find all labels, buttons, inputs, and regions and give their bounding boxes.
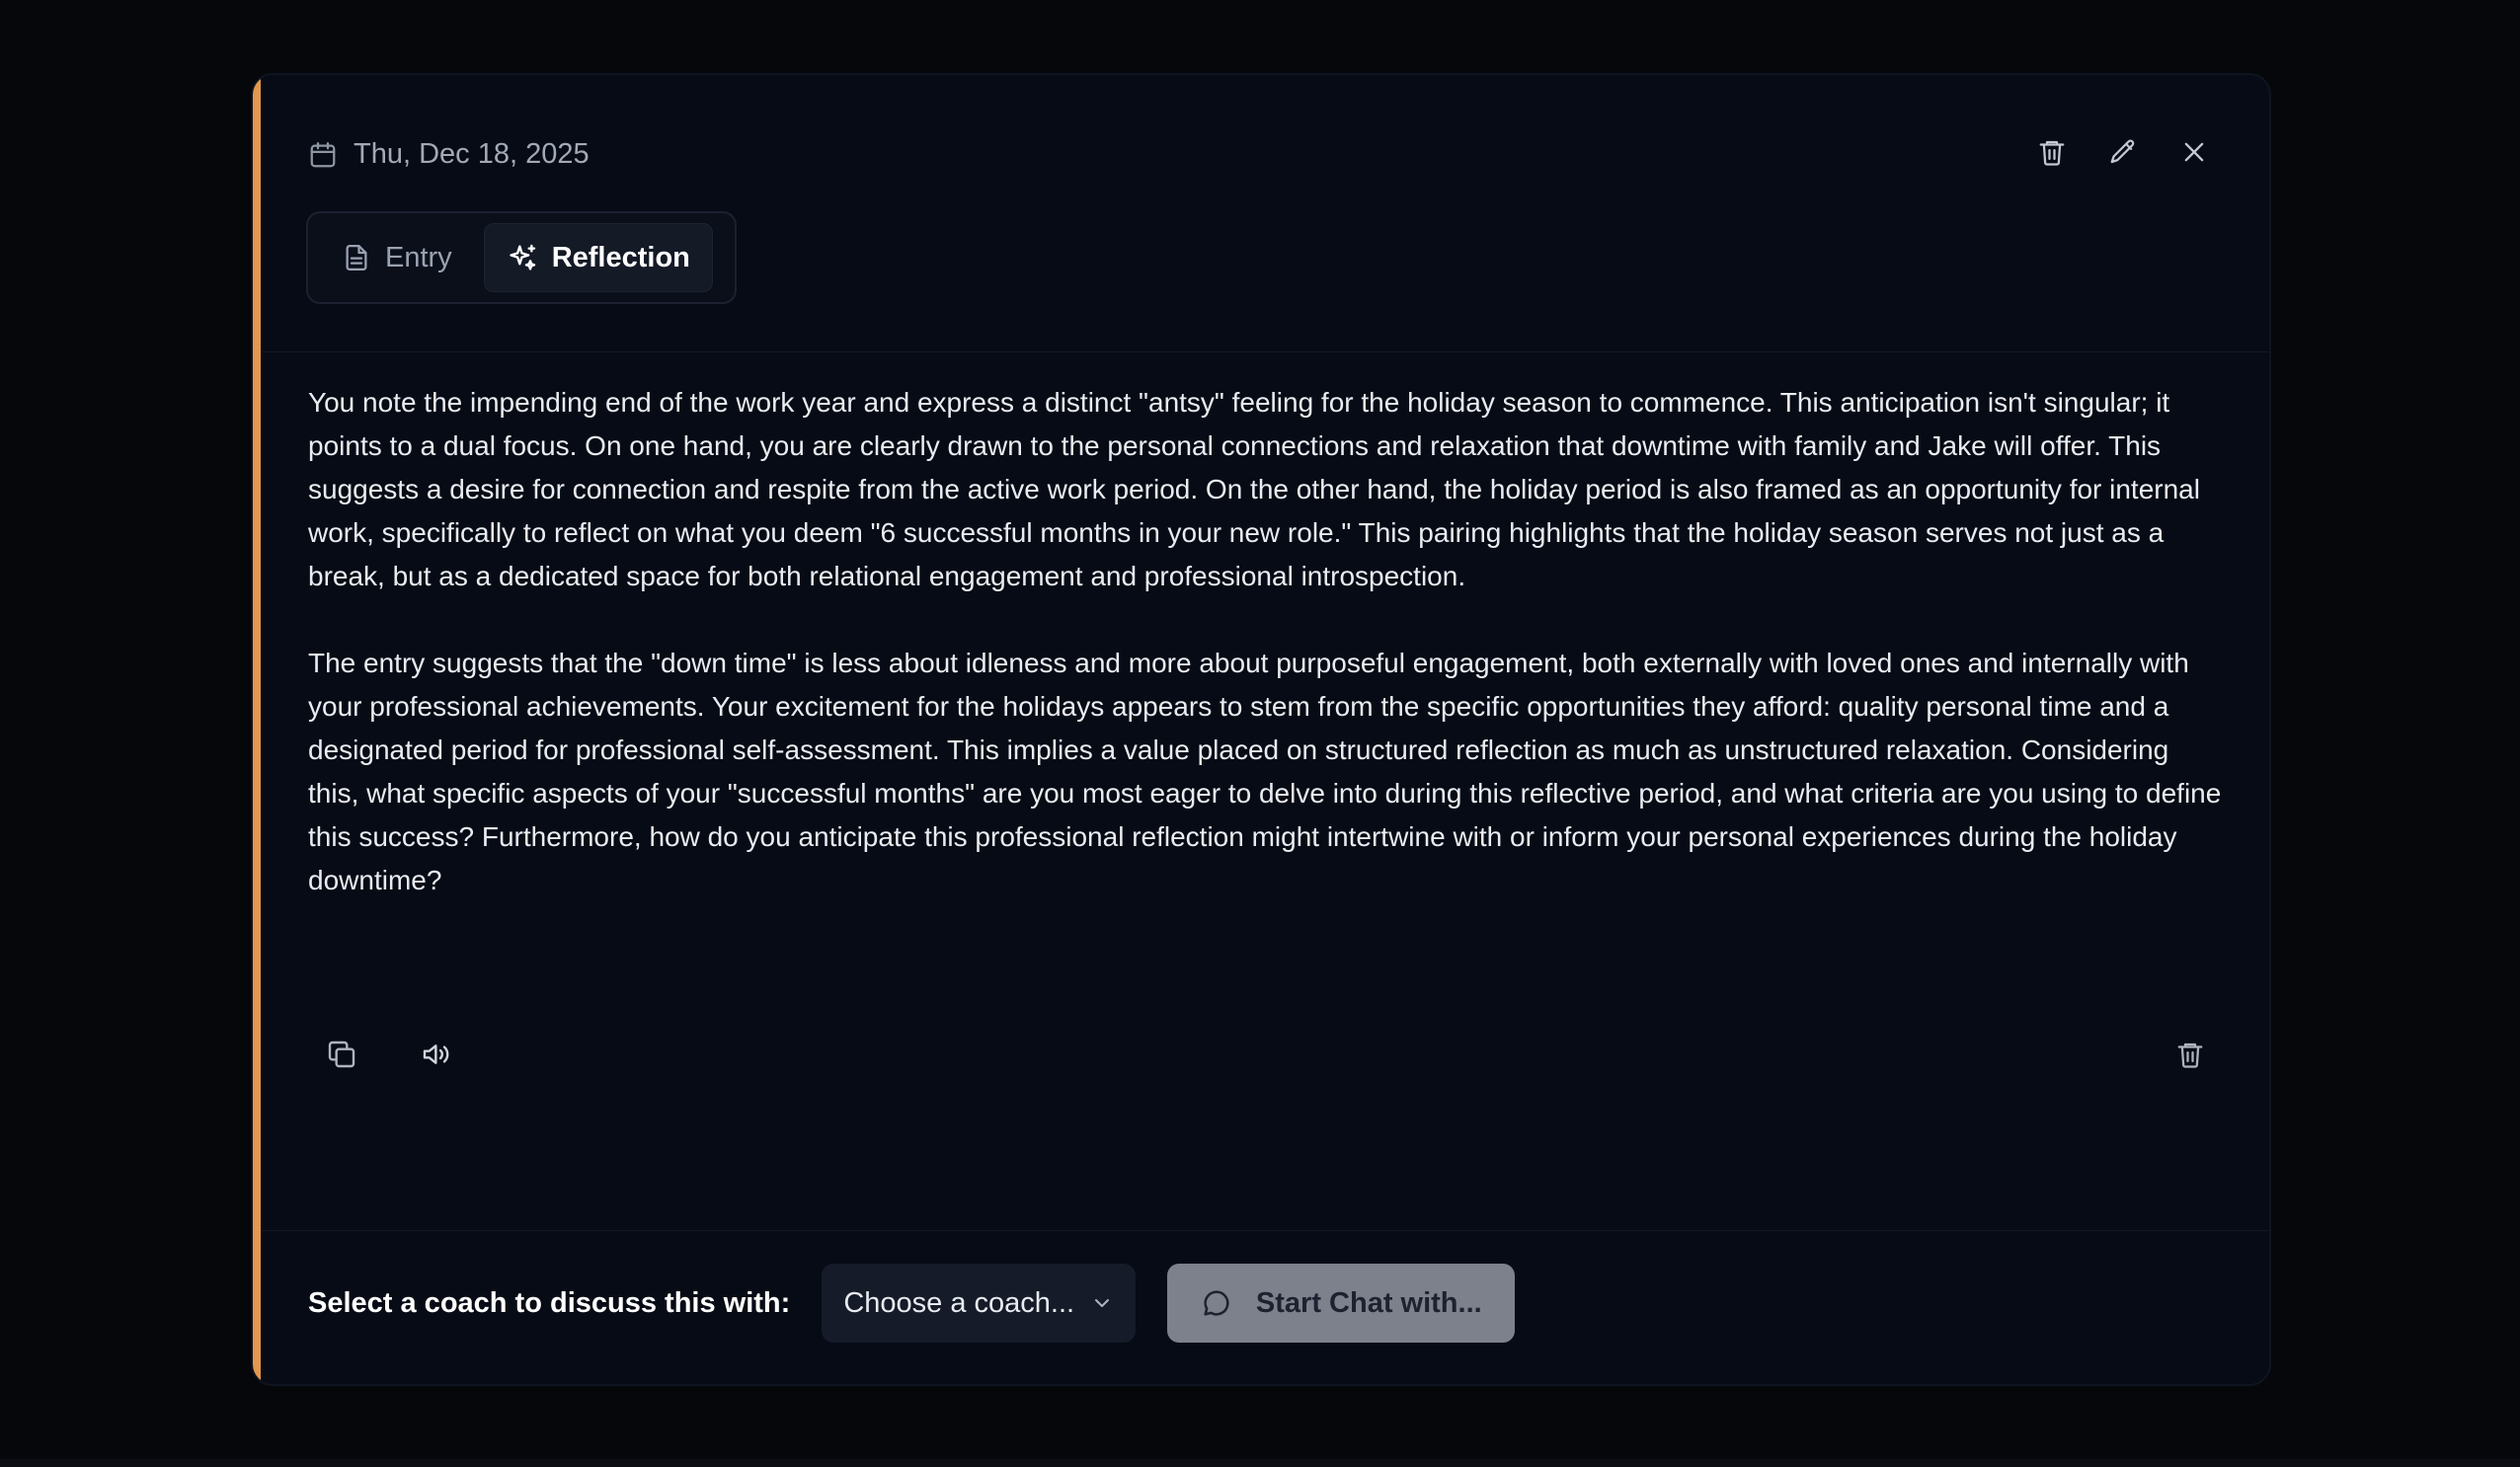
reflection-actions bbox=[322, 1035, 456, 1074]
reflection-content: You note the impending end of the work y… bbox=[308, 381, 2224, 946]
reflection-modal: Thu, Dec 18, 2025 Entry Reflection You n… bbox=[251, 73, 2271, 1386]
background-strip bbox=[0, 1459, 2520, 1467]
accent-stripe bbox=[253, 75, 261, 1384]
reflection-paragraph: You note the impending end of the work y… bbox=[308, 387, 2200, 591]
chevron-down-icon bbox=[1090, 1291, 1114, 1315]
trash-icon bbox=[2175, 1040, 2205, 1069]
coach-select[interactable]: Choose a coach... bbox=[822, 1264, 1137, 1343]
tab-entry[interactable]: Entry bbox=[320, 223, 474, 292]
delete-entry-button[interactable] bbox=[2032, 132, 2072, 172]
reflection-paragraph: The entry suggests that the "down time" … bbox=[308, 648, 2222, 895]
footer-divider bbox=[261, 1230, 2269, 1231]
tab-reflection[interactable]: Reflection bbox=[483, 223, 713, 292]
copy-icon bbox=[326, 1039, 357, 1070]
trash-icon bbox=[2037, 137, 2067, 167]
coach-select-value: Choose a coach... bbox=[843, 1286, 1075, 1319]
reflection-actions-right bbox=[2170, 1035, 2210, 1074]
modal-header: Thu, Dec 18, 2025 bbox=[308, 138, 590, 171]
coach-footer: Select a coach to discuss this with: Cho… bbox=[308, 1264, 1516, 1343]
read-aloud-button[interactable] bbox=[417, 1035, 456, 1074]
header-divider bbox=[261, 351, 2269, 352]
entry-date: Thu, Dec 18, 2025 bbox=[354, 138, 590, 170]
document-icon bbox=[342, 243, 371, 272]
edit-entry-button[interactable] bbox=[2103, 132, 2143, 172]
chat-bubble-icon bbox=[1201, 1287, 1232, 1319]
sparkles-icon bbox=[507, 242, 538, 273]
pencil-icon bbox=[2108, 137, 2138, 167]
close-icon bbox=[2180, 138, 2208, 166]
speaker-icon bbox=[421, 1039, 452, 1070]
copy-button[interactable] bbox=[322, 1035, 361, 1074]
view-tabs: Entry Reflection bbox=[306, 211, 737, 304]
close-modal-button[interactable] bbox=[2174, 132, 2214, 172]
coach-select-label: Select a coach to discuss this with: bbox=[308, 1286, 791, 1319]
delete-reflection-button[interactable] bbox=[2170, 1035, 2210, 1074]
tab-reflection-label: Reflection bbox=[551, 241, 690, 273]
start-chat-button[interactable]: Start Chat with... bbox=[1167, 1264, 1516, 1343]
start-chat-label: Start Chat with... bbox=[1255, 1286, 1482, 1319]
calendar-icon bbox=[308, 140, 338, 170]
header-actions bbox=[2032, 132, 2214, 172]
tab-entry-label: Entry bbox=[385, 241, 452, 273]
